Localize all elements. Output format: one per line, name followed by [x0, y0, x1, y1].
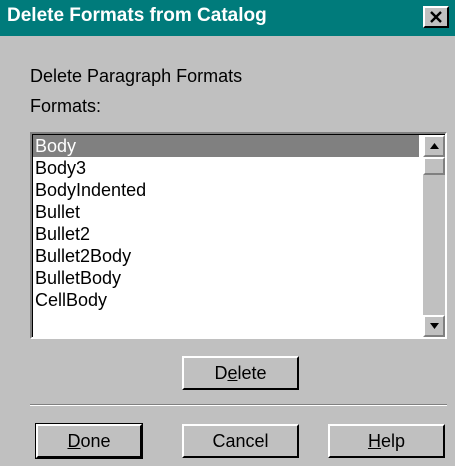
scroll-thumb[interactable]	[423, 157, 445, 175]
section-heading: Delete Paragraph Formats	[30, 66, 243, 86]
formats-label: Formats:	[30, 96, 102, 116]
formats-scrollbar[interactable]	[423, 135, 445, 337]
arrow-up-icon	[430, 143, 439, 149]
format-list-item[interactable]: Bullet	[33, 201, 419, 223]
divider	[30, 404, 447, 406]
delete-formats-dialog: Delete Formats from Catalog Delete Parag…	[0, 0, 455, 466]
dialog-title: Delete Formats from Catalog	[7, 5, 267, 26]
format-list-item[interactable]: Bullet2Body	[33, 245, 419, 267]
done-button[interactable]: Done	[35, 423, 143, 459]
delete-button[interactable]: Delete	[182, 356, 299, 390]
close-button[interactable]	[423, 6, 449, 28]
format-list-item[interactable]: Bullet2	[33, 223, 419, 245]
format-list-item[interactable]: CellBody	[33, 289, 419, 311]
arrow-down-icon	[430, 323, 439, 329]
title-bar[interactable]: Delete Formats from Catalog	[0, 0, 455, 36]
scroll-down-button[interactable]	[423, 315, 445, 337]
help-button[interactable]: Help	[328, 424, 445, 458]
format-list-item[interactable]: BulletBody	[33, 267, 419, 289]
formats-list[interactable]: Body Body3 BodyIndented Bullet Bullet2 Bullet…	[33, 135, 419, 311]
format-list-item[interactable]: Body3	[33, 157, 419, 179]
scroll-up-button[interactable]	[423, 135, 445, 157]
formats-listbox[interactable]: Body Body3 BodyIndented Bullet Bullet2 Bullet…	[30, 132, 447, 339]
cancel-button[interactable]: Cancel	[182, 424, 299, 458]
close-icon	[430, 11, 442, 23]
format-list-item[interactable]: BodyIndented	[33, 179, 419, 201]
format-list-item[interactable]: Body	[33, 135, 419, 157]
